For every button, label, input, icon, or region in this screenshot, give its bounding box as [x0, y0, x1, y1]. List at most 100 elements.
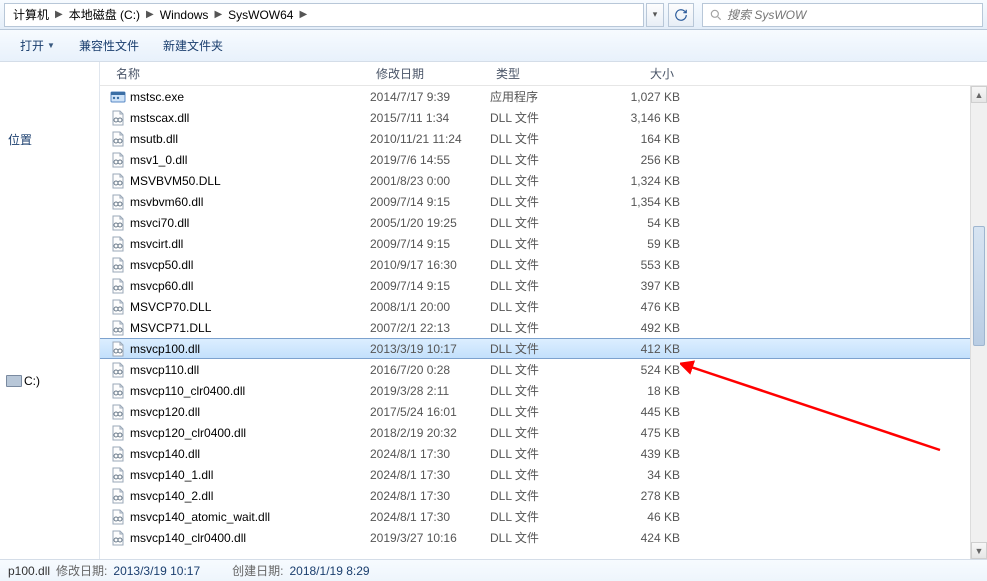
file-type: DLL 文件 [490, 403, 600, 420]
file-row[interactable]: msvci70.dll2005/1/20 19:25DLL 文件54 KB [100, 212, 987, 233]
dll-icon [110, 299, 126, 315]
file-row[interactable]: mstscax.dll2015/7/11 1:34DLL 文件3,146 KB [100, 107, 987, 128]
breadcrumb-item[interactable]: 本地磁盘 (C:) [65, 6, 144, 23]
column-name[interactable]: 名称 [110, 65, 370, 82]
file-row[interactable]: MSVBVM50.DLL2001/8/23 0:00DLL 文件1,324 KB [100, 170, 987, 191]
dll-icon [110, 236, 126, 252]
search-input[interactable] [727, 8, 976, 22]
file-size: 475 KB [600, 426, 680, 440]
dll-icon [110, 194, 126, 210]
chevron-right-icon[interactable]: ▶ [212, 9, 224, 20]
chevron-right-icon[interactable]: ▶ [53, 9, 65, 20]
compat-files-button[interactable]: 兼容性文件 [69, 33, 149, 58]
details-date-value: 2013/3/19 10:17 [113, 564, 200, 578]
scrollbar[interactable]: ▲ ▼ [970, 86, 987, 559]
column-headers: 名称 修改日期 类型 大小 [100, 62, 987, 86]
column-size[interactable]: 大小 [600, 65, 680, 82]
breadcrumb-item[interactable]: SysWOW64 [224, 8, 297, 22]
scroll-up-icon[interactable]: ▲ [971, 86, 987, 103]
column-date[interactable]: 修改日期 [370, 65, 490, 82]
breadcrumb-item[interactable]: Windows [156, 8, 213, 22]
file-type: DLL 文件 [490, 319, 600, 336]
scroll-thumb[interactable] [973, 226, 985, 346]
file-row[interactable]: msv1_0.dll2019/7/6 14:55DLL 文件256 KB [100, 149, 987, 170]
details-created-value: 2018/1/19 8:29 [289, 564, 369, 578]
details-bar: p100.dll 修改日期: 2013/3/19 10:17 创建日期: 201… [0, 559, 987, 581]
dll-icon [110, 110, 126, 126]
file-row[interactable]: msvcp110.dll2016/7/20 0:28DLL 文件524 KB [100, 359, 987, 380]
new-folder-button[interactable]: 新建文件夹 [153, 33, 233, 58]
file-size: 3,146 KB [600, 111, 680, 125]
file-name: msvcp140_atomic_wait.dll [130, 510, 370, 524]
file-date: 2016/7/20 0:28 [370, 363, 490, 377]
file-size: 1,027 KB [600, 90, 680, 104]
file-type: DLL 文件 [490, 361, 600, 378]
file-type: DLL 文件 [490, 445, 600, 462]
file-list-pane: 名称 修改日期 类型 大小 mstsc.exe2014/7/17 9:39应用程… [100, 62, 987, 559]
file-type: DLL 文件 [490, 487, 600, 504]
dll-icon [110, 320, 126, 336]
file-size: 412 KB [600, 342, 680, 356]
file-date: 2013/3/19 10:17 [370, 342, 490, 356]
file-row[interactable]: msvcp120.dll2017/5/24 16:01DLL 文件445 KB [100, 401, 987, 422]
file-row[interactable]: msvcp140_2.dll2024/8/1 17:30DLL 文件278 KB [100, 485, 987, 506]
chevron-right-icon[interactable]: ▶ [297, 9, 309, 20]
file-type: DLL 文件 [490, 529, 600, 546]
file-row[interactable]: MSVCP71.DLL2007/2/1 22:13DLL 文件492 KB [100, 317, 987, 338]
file-date: 2010/11/21 11:24 [370, 132, 490, 146]
refresh-icon [674, 8, 688, 22]
nav-location[interactable]: 位置 [4, 128, 95, 151]
file-size: 445 KB [600, 405, 680, 419]
file-row[interactable]: msvcp100.dll2013/3/19 10:17DLL 文件412 KB [100, 338, 987, 359]
dll-icon [110, 362, 126, 378]
file-row[interactable]: msvbvm60.dll2009/7/14 9:15DLL 文件1,354 KB [100, 191, 987, 212]
dll-icon [110, 278, 126, 294]
file-row[interactable]: msvcp120_clr0400.dll2018/2/19 20:32DLL 文… [100, 422, 987, 443]
details-filename: p100.dll [8, 564, 50, 578]
dll-icon [110, 383, 126, 399]
breadcrumb-item[interactable]: 计算机 [9, 6, 53, 23]
search-box[interactable] [702, 3, 983, 27]
open-button[interactable]: 打开 ▼ [10, 33, 65, 58]
search-icon [709, 8, 723, 22]
file-name: msv1_0.dll [130, 153, 370, 167]
file-size: 278 KB [600, 489, 680, 503]
file-name: msvcp100.dll [130, 342, 370, 356]
file-row[interactable]: msvcp140_atomic_wait.dll2024/8/1 17:30DL… [100, 506, 987, 527]
file-row[interactable]: msutb.dll2010/11/21 11:24DLL 文件164 KB [100, 128, 987, 149]
file-row[interactable]: MSVCP70.DLL2008/1/1 20:00DLL 文件476 KB [100, 296, 987, 317]
file-date: 2019/3/28 2:11 [370, 384, 490, 398]
file-date: 2001/8/23 0:00 [370, 174, 490, 188]
file-row[interactable]: msvcp60.dll2009/7/14 9:15DLL 文件397 KB [100, 275, 987, 296]
file-name: msvcp140_1.dll [130, 468, 370, 482]
file-type: DLL 文件 [490, 214, 600, 231]
scroll-down-icon[interactable]: ▼ [971, 542, 987, 559]
details-date-label: 修改日期: [56, 562, 107, 579]
dll-icon [110, 173, 126, 189]
nav-drive-c[interactable]: C:) [4, 371, 95, 391]
file-list[interactable]: mstsc.exe2014/7/17 9:39应用程序1,027 KBmstsc… [100, 86, 987, 559]
file-row[interactable]: msvcp140_1.dll2024/8/1 17:30DLL 文件34 KB [100, 464, 987, 485]
file-row[interactable]: msvcp140_clr0400.dll2019/3/27 10:16DLL 文… [100, 527, 987, 548]
breadcrumb[interactable]: 计算机▶本地磁盘 (C:)▶Windows▶SysWOW64▶ [4, 3, 644, 27]
chevron-right-icon[interactable]: ▶ [144, 9, 156, 20]
file-row[interactable]: msvcp140.dll2024/8/1 17:30DLL 文件439 KB [100, 443, 987, 464]
file-row[interactable]: msvcp110_clr0400.dll2019/3/28 2:11DLL 文件… [100, 380, 987, 401]
dll-icon [110, 509, 126, 525]
dll-icon [110, 446, 126, 462]
file-row[interactable]: msvcp50.dll2010/9/17 16:30DLL 文件553 KB [100, 254, 987, 275]
file-date: 2014/7/17 9:39 [370, 90, 490, 104]
column-type[interactable]: 类型 [490, 65, 600, 82]
file-name: msvcp50.dll [130, 258, 370, 272]
file-size: 59 KB [600, 237, 680, 251]
file-row[interactable]: mstsc.exe2014/7/17 9:39应用程序1,027 KB [100, 86, 987, 107]
file-name: msvcp110.dll [130, 363, 370, 377]
file-name: MSVCP71.DLL [130, 321, 370, 335]
file-date: 2008/1/1 20:00 [370, 300, 490, 314]
address-dropdown[interactable]: ▾ [646, 3, 664, 27]
file-date: 2010/9/17 16:30 [370, 258, 490, 272]
file-date: 2024/8/1 17:30 [370, 447, 490, 461]
file-date: 2009/7/14 9:15 [370, 237, 490, 251]
refresh-button[interactable] [668, 3, 694, 27]
file-row[interactable]: msvcirt.dll2009/7/14 9:15DLL 文件59 KB [100, 233, 987, 254]
